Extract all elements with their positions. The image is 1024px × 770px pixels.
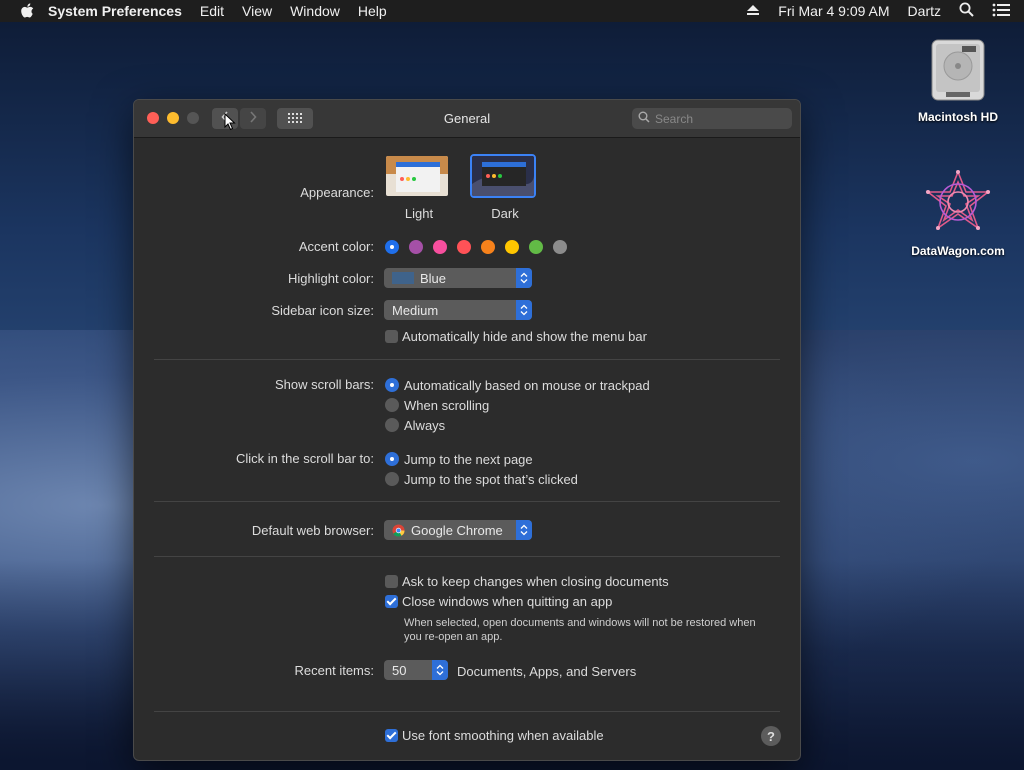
close-windows-note: When selected, open documents and window… [404, 617, 756, 643]
updown-arrows-icon [432, 660, 448, 680]
scroll-bars-auto-label: Automatically based on mouse or trackpad [404, 378, 650, 393]
accent-green-swatch[interactable] [529, 240, 543, 254]
updown-arrows-icon [516, 520, 532, 540]
recent-items-popup[interactable]: 50 [384, 660, 448, 680]
menu-bar: System Preferences Edit View Window Help… [0, 0, 1024, 22]
accent-pink-swatch[interactable] [433, 240, 447, 254]
desktop-icon-label: DataWagon.com [911, 244, 1005, 258]
sidebar-size-value: Medium [392, 302, 439, 318]
highlight-color-label: Highlight color: [288, 271, 374, 286]
click-scroll-bar-label: Click in the scroll bar to: [236, 451, 374, 466]
scroll-bars-when-scrolling-radio[interactable] [385, 398, 399, 412]
accent-red-swatch[interactable] [457, 240, 471, 254]
appearance-dark-thumbnail[interactable] [470, 154, 536, 198]
accent-yellow-swatch[interactable] [505, 240, 519, 254]
menu-window[interactable]: Window [290, 3, 340, 19]
search-icon [638, 111, 655, 126]
scroll-bars-always-radio[interactable] [385, 418, 399, 432]
divider [154, 359, 780, 360]
font-smoothing-checkbox[interactable] [385, 729, 398, 742]
scroll-click-next-page-label: Jump to the next page [404, 452, 533, 467]
scroll-click-spot-radio[interactable] [385, 472, 399, 486]
updown-arrows-icon [516, 300, 532, 320]
search-field[interactable]: Search [632, 108, 792, 129]
notification-center-icon[interactable] [992, 3, 1010, 20]
scroll-bars-auto-radio[interactable] [385, 378, 399, 392]
default-browser-popup[interactable]: Google Chrome [384, 520, 532, 540]
scroll-click-spot-label: Jump to the spot that’s clicked [404, 472, 578, 487]
updown-arrows-icon [516, 268, 532, 288]
auto-hide-menubar-label: Automatically hide and show the menu bar [402, 329, 647, 344]
accent-color-swatches [385, 240, 585, 256]
spotlight-search-icon[interactable] [959, 2, 974, 20]
recent-items-value: 50 [392, 662, 407, 678]
hard-drive-icon [922, 34, 994, 106]
divider [154, 711, 780, 712]
appearance-light-caption: Light [404, 206, 434, 221]
ask-keep-changes-label: Ask to keep changes when closing documen… [402, 574, 669, 589]
scroll-click-next-page-radio[interactable] [385, 452, 399, 466]
eject-icon[interactable] [746, 3, 760, 19]
sidebar-icon-size-popup[interactable]: Medium [384, 300, 532, 320]
appearance-label: Appearance: [300, 185, 374, 200]
highlight-value: Blue [420, 270, 447, 286]
accent-purple-swatch[interactable] [409, 240, 423, 254]
menu-user[interactable]: Dartz [908, 3, 941, 19]
recent-items-suffix: Documents, Apps, and Servers [457, 664, 637, 679]
mouse-cursor-icon [224, 112, 236, 136]
accent-orange-swatch[interactable] [481, 240, 495, 254]
desktop-icon-datawagon[interactable]: DataWagon.com [903, 168, 1013, 258]
desktop-icon-label: Macintosh HD [917, 110, 998, 124]
show-scroll-bars-label: Show scroll bars: [275, 377, 374, 392]
close-windows-checkbox[interactable] [385, 595, 398, 608]
recent-items-label: Recent items: [294, 663, 374, 678]
highlight-color-popup[interactable]: Blue [384, 268, 532, 288]
default-browser-label: Default web browser: [251, 523, 374, 538]
search-placeholder: Search [655, 111, 694, 126]
menu-clock[interactable]: Fri Mar 4 9:09 AM [778, 3, 889, 19]
menu-view[interactable]: View [242, 3, 272, 19]
ask-keep-changes-checkbox[interactable] [385, 575, 398, 588]
menu-app-name[interactable]: System Preferences [48, 3, 182, 19]
chrome-icon [392, 523, 405, 537]
sidebar-icon-size-label: Sidebar icon size: [271, 303, 374, 318]
desktop-icon-macintosh-hd[interactable]: Macintosh HD [903, 34, 1013, 124]
auto-hide-menubar-checkbox[interactable] [385, 330, 398, 343]
scroll-bars-always-label: Always [404, 418, 446, 433]
appearance-dark-caption: Dark [491, 206, 519, 221]
help-button[interactable]: ? [761, 726, 781, 746]
font-smoothing-label: Use font smoothing when available [402, 728, 604, 743]
apple-menu-icon[interactable] [20, 3, 34, 19]
accent-color-label: Accent color: [298, 239, 374, 254]
divider [154, 556, 780, 557]
menu-edit[interactable]: Edit [200, 3, 224, 19]
close-windows-label: Close windows when quitting an app [402, 594, 613, 609]
general-preferences-window: General Search Appearance: Light Dark Ac… [133, 99, 801, 761]
default-browser-value: Google Chrome [411, 522, 503, 538]
menu-help[interactable]: Help [358, 3, 387, 19]
accent-blue-swatch[interactable] [385, 240, 399, 254]
appearance-light-thumbnail[interactable] [384, 154, 450, 198]
scroll-bars-when-scrolling-label: When scrolling [404, 398, 490, 413]
divider [154, 501, 780, 502]
highlight-swatch [392, 272, 414, 284]
accent-graphite-swatch[interactable] [553, 240, 567, 254]
datawagon-logo-icon [922, 168, 994, 240]
